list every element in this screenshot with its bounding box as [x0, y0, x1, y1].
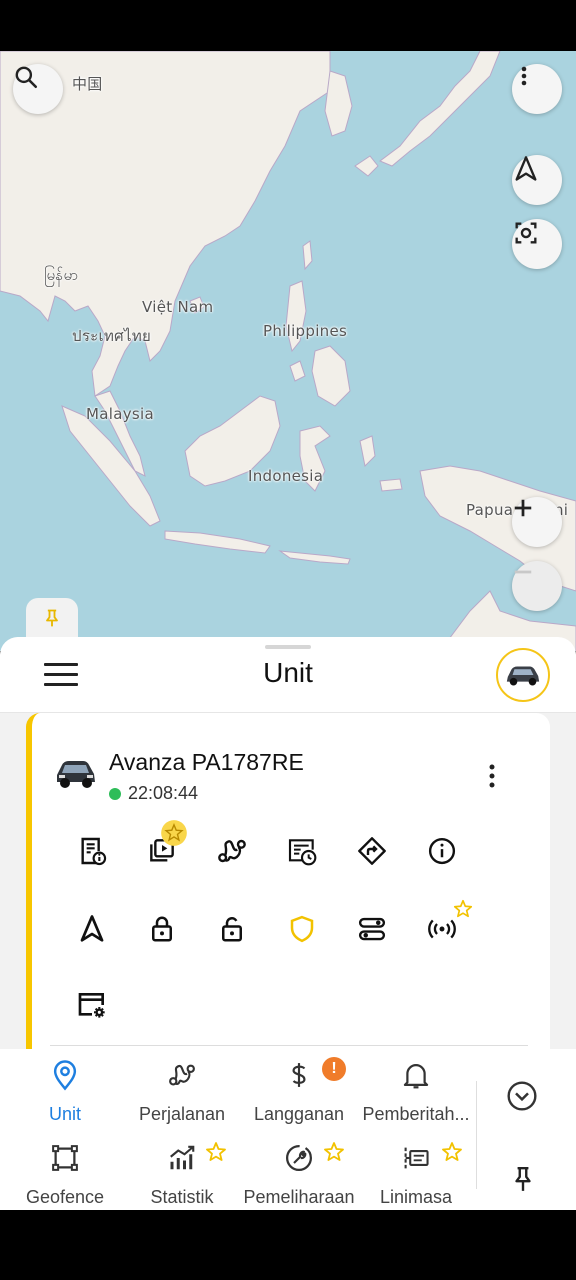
map-view[interactable]: 中国 မြန်မာ Việt Nam ประเทศไทย Philippines…	[0, 51, 576, 651]
unit-info-button[interactable]	[422, 831, 462, 871]
directions-button[interactable]	[352, 831, 392, 871]
nav-label-perjalanan: Perjalanan	[138, 1104, 226, 1124]
route-icon	[169, 1064, 195, 1086]
lock-icon	[152, 916, 172, 942]
nav-item-pemberitahuan[interactable]: Pemberitah...	[357, 1049, 475, 1129]
nav-item-perjalanan[interactable]: Perjalanan	[123, 1049, 241, 1129]
unit-avatar[interactable]	[496, 648, 550, 702]
nav-item-geofence[interactable]: Geofence	[6, 1132, 124, 1212]
directions-icon	[358, 837, 386, 865]
map-label-vietnam: Việt Nam	[142, 298, 214, 316]
system-navigation-bar	[0, 1210, 576, 1280]
premium-star-icon	[206, 1142, 226, 1161]
map-land	[0, 51, 576, 651]
report-info-icon	[81, 837, 107, 866]
navigate-button[interactable]	[72, 909, 112, 949]
statistics-icon	[170, 1145, 195, 1170]
card-divider	[50, 1045, 528, 1046]
nav-item-unit[interactable]: Unit	[6, 1049, 124, 1129]
unit-time-text: 22:08:44	[128, 783, 199, 803]
plus-icon	[514, 499, 532, 517]
nav-label-langganan: Langganan	[253, 1104, 345, 1124]
navigation-arrow-icon	[80, 915, 104, 942]
search-button[interactable]	[13, 64, 63, 114]
zoom-out-button[interactable]	[512, 561, 562, 611]
nav-label-linimasa: Linimasa	[379, 1187, 453, 1207]
premium-star-icon	[453, 899, 473, 918]
schedule-report-icon	[288, 839, 317, 866]
nav-divider	[476, 1081, 477, 1189]
more-vertical-icon	[521, 66, 527, 86]
more-vertical-icon	[489, 764, 495, 788]
nav-label-unit: Unit	[48, 1104, 81, 1124]
premium-star-icon	[442, 1142, 462, 1161]
premium-star-icon	[161, 820, 187, 846]
map-label-thailand: ประเทศไทย	[72, 327, 152, 345]
bell-icon	[403, 1064, 429, 1089]
pin-icon	[46, 609, 58, 627]
geofence-icon	[52, 1145, 78, 1171]
window-settings-button[interactable]	[72, 985, 112, 1025]
maintenance-icon	[286, 1145, 312, 1171]
pin-tab[interactable]	[26, 598, 78, 642]
nav-label-statistik: Statistik	[150, 1187, 214, 1207]
map-pin-icon	[53, 1060, 77, 1091]
bottom-navigation: Unit Perjalanan Langganan ! Pemberitah..…	[0, 1049, 576, 1210]
navigation-arrow-icon	[515, 156, 537, 181]
focus-unit-button[interactable]	[512, 219, 562, 269]
my-location-button[interactable]	[512, 155, 562, 205]
premium-star-icon	[324, 1142, 344, 1161]
security-button[interactable]	[282, 909, 322, 949]
online-status-dot	[109, 787, 121, 800]
zoom-in-button[interactable]	[512, 497, 562, 547]
info-icon	[428, 837, 456, 865]
pin-icon	[515, 1166, 531, 1191]
nav-label-pemeliharaan: Pemeliharaan	[243, 1187, 355, 1207]
drag-handle[interactable]	[265, 645, 311, 649]
map-label-china: 中国	[72, 75, 103, 93]
history-report-button[interactable]	[282, 831, 322, 871]
search-icon	[15, 66, 38, 89]
pin-nav-button[interactable]	[510, 1164, 538, 1196]
unit-last-update: 22:08:44	[109, 783, 198, 804]
sheet-title: Unit	[263, 657, 313, 688]
focus-frame-icon	[515, 222, 537, 244]
map-menu-button[interactable]	[512, 64, 562, 114]
chevron-down-circle-icon	[507, 1081, 537, 1111]
settings-toggle-button[interactable]	[352, 909, 392, 949]
nav-label-geofence: Geofence	[25, 1187, 105, 1207]
unlock-engine-button[interactable]	[212, 909, 252, 949]
timeline-icon	[404, 1147, 429, 1169]
map-label-myanmar: မြန်မာ	[44, 266, 79, 284]
map-label-philippines: Philippines	[263, 322, 348, 340]
notification-badge: !	[322, 1057, 346, 1081]
window-settings-icon	[78, 993, 105, 1018]
car-icon	[506, 666, 540, 686]
status-bar	[0, 0, 576, 51]
lock-engine-button[interactable]	[142, 909, 182, 949]
unit-name: Avanza PA1787RE	[109, 749, 304, 775]
expand-nav-button[interactable]	[506, 1080, 540, 1114]
sheet-header: Unit	[0, 637, 576, 713]
unlock-icon	[222, 917, 242, 942]
minus-icon	[514, 570, 532, 574]
route-icon	[218, 839, 246, 863]
nav-label-pemberitahuan: Pemberitah...	[362, 1104, 470, 1124]
map-label-indonesia: Indonesia	[248, 467, 324, 485]
map-label-malaysia: Malaysia	[86, 405, 154, 423]
dollar-icon	[292, 1063, 306, 1087]
trip-history-button[interactable]	[212, 831, 252, 871]
unit-more-button[interactable]	[480, 761, 504, 791]
unit-report-button[interactable]	[72, 831, 112, 871]
shield-icon	[290, 915, 314, 943]
unit-car-image	[54, 755, 98, 796]
toggles-icon	[358, 917, 386, 941]
